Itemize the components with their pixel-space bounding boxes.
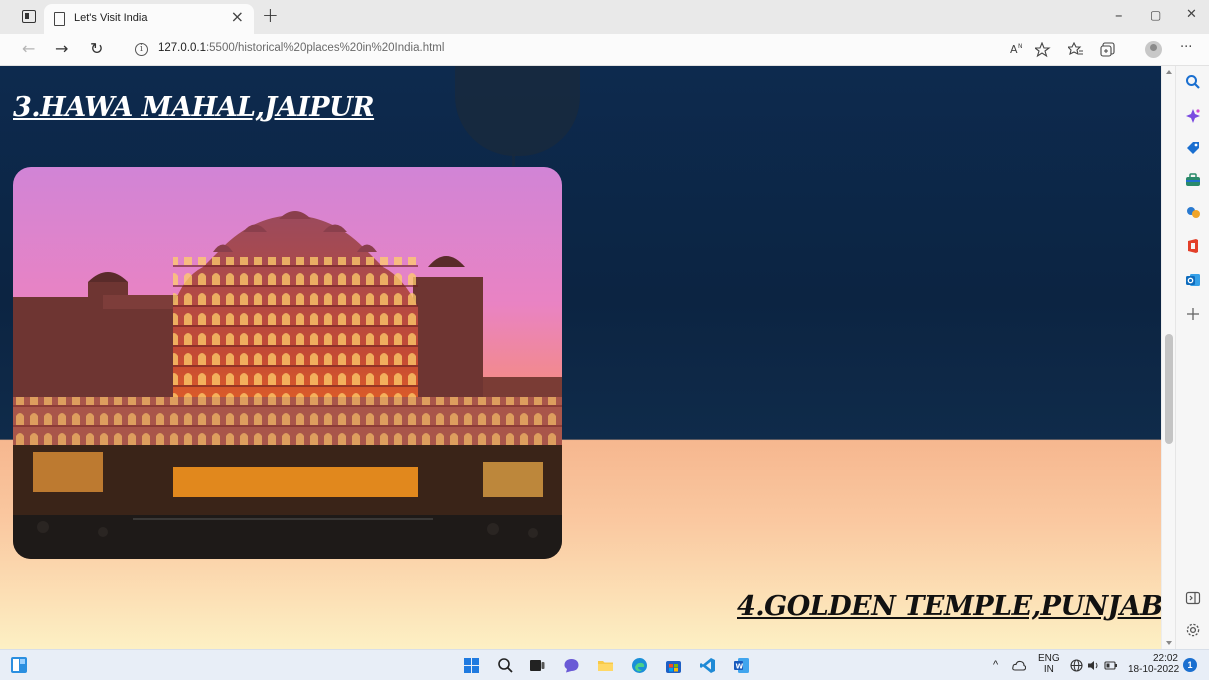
clock-time: 22:02: [1152, 653, 1178, 664]
edge-sidebar: [1175, 66, 1209, 649]
svg-text:W: W: [736, 663, 744, 671]
word-icon[interactable]: W: [733, 657, 750, 674]
scroll-down-icon[interactable]: [1166, 641, 1172, 645]
scroll-thumb[interactable]: [1165, 334, 1173, 444]
add-icon[interactable]: [1185, 306, 1201, 322]
widgets-icon[interactable]: [10, 656, 28, 674]
page-favicon-icon: [54, 12, 65, 26]
chat-icon[interactable]: [563, 657, 580, 674]
site-info-icon[interactable]: i: [135, 43, 148, 56]
notification-badge[interactable]: 1: [1183, 658, 1197, 672]
balloon-basket: [512, 154, 515, 166]
tab-actions-icon[interactable]: [22, 10, 36, 23]
address-bar[interactable]: 127.0.0.1:5500/historical%20places%20in%…: [158, 42, 444, 54]
vscode-icon[interactable]: [699, 657, 716, 674]
shopping-icon[interactable]: [1185, 140, 1201, 156]
store-icon[interactable]: [665, 657, 682, 674]
read-aloud-icon[interactable]: AN: [1010, 42, 1024, 56]
favorites-icon[interactable]: [1068, 42, 1084, 58]
hide-sidebar-icon[interactable]: [1185, 590, 1201, 606]
copilot-icon[interactable]: [1185, 108, 1201, 124]
navigation-toolbar: ← → ↻ i 127.0.0.1:5500/historical%20plac…: [0, 34, 1209, 66]
start-icon[interactable]: [463, 657, 480, 674]
url-host: 127.0.0.1: [158, 42, 206, 54]
more-icon[interactable]: ···: [1180, 40, 1192, 56]
tools-icon[interactable]: [1185, 172, 1201, 188]
search-icon[interactable]: [1185, 74, 1201, 90]
close-window-button[interactable]: ✕: [1186, 6, 1197, 24]
language-code: ENG: [1038, 653, 1060, 664]
tab-title: Let's Visit India: [74, 12, 148, 24]
close-tab-icon[interactable]: ×: [231, 9, 244, 25]
scroll-up-icon[interactable]: [1166, 70, 1172, 74]
page-content: 3.HAWA MAHAL,JAIPUR 4.GOLDEN TEMPLE,PUNJ…: [0, 66, 1161, 649]
section-title-golden-temple: 4.GOLDEN TEMPLE,PUNJAB: [737, 591, 1161, 622]
vertical-scrollbar[interactable]: [1161, 66, 1175, 649]
refresh-button[interactable]: ↻: [90, 40, 103, 58]
section-title-hawa-mahal: 3.HAWA MAHAL,JAIPUR: [13, 92, 375, 123]
hot-air-balloon-silhouette: [455, 66, 580, 156]
outlook-icon[interactable]: [1185, 272, 1201, 288]
volume-icon[interactable]: [1087, 659, 1100, 672]
forward-button[interactable]: →: [55, 40, 68, 58]
minimize-button[interactable]: –: [1115, 6, 1123, 24]
edge-icon[interactable]: [631, 657, 648, 674]
clock-date: 18-10-2022: [1128, 664, 1180, 675]
office-icon[interactable]: [1185, 238, 1201, 254]
favorites-add-icon[interactable]: [1035, 42, 1051, 58]
url-path: :5500/historical%20places%20in%20India.h…: [205, 42, 445, 54]
profile-icon[interactable]: [1145, 41, 1162, 58]
task-view-icon[interactable]: [529, 657, 546, 674]
search-icon[interactable]: [497, 657, 514, 674]
clock[interactable]: 22:02 18-10-2022: [1128, 653, 1180, 675]
language-indicator[interactable]: ENG IN: [1038, 653, 1060, 675]
svg-text:N: N: [1018, 43, 1023, 50]
battery-icon[interactable]: [1104, 660, 1118, 671]
hawa-mahal-image: [13, 167, 562, 559]
onedrive-icon[interactable]: [1012, 659, 1026, 671]
windows-taskbar: W ^ ENG IN 22:02 18-10-2022 1: [0, 649, 1209, 680]
settings-icon[interactable]: [1185, 622, 1201, 638]
svg-text:A: A: [1010, 43, 1018, 56]
show-hidden-icons-button[interactable]: ^: [993, 659, 998, 671]
back-button[interactable]: ←: [22, 40, 35, 58]
active-tab[interactable]: Let's Visit India ×: [44, 4, 254, 34]
region-code: IN: [1043, 664, 1054, 675]
restore-button[interactable]: ▢: [1150, 6, 1161, 24]
collections-icon[interactable]: [1100, 42, 1116, 58]
games-icon[interactable]: [1185, 204, 1201, 220]
file-explorer-icon[interactable]: [597, 657, 614, 674]
network-icon[interactable]: [1070, 659, 1083, 672]
tab-strip: Let's Visit India × + – ▢ ✕: [0, 0, 1209, 34]
new-tab-button[interactable]: +: [262, 5, 279, 25]
